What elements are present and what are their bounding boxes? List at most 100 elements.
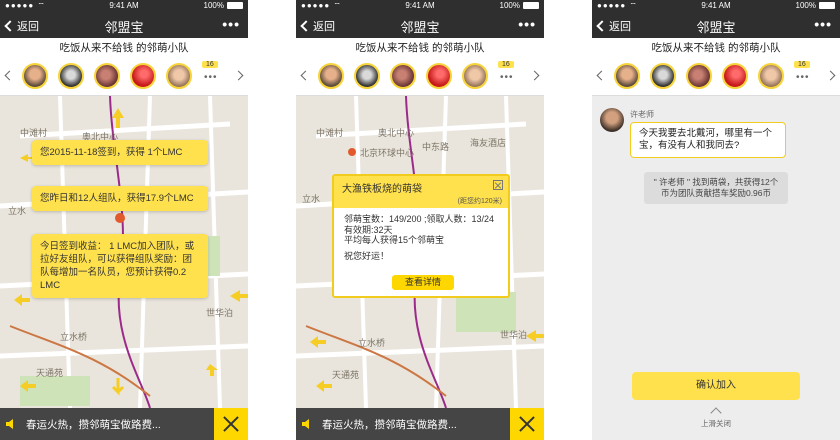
battery-icon: [227, 2, 243, 9]
avatar[interactable]: [426, 63, 452, 89]
chevron-right-icon[interactable]: [825, 70, 836, 81]
more-members-button[interactable]: •••: [204, 72, 218, 83]
swipe-up-close[interactable]: 上滑关闭: [592, 407, 840, 429]
map-view[interactable]: 中滩村 奥北中心 立水 世华泊 立水桥 天通苑 您2015-11-18签到，获得…: [0, 96, 248, 408]
team-name: 吃饭从来不给钱 的邻萌小队: [296, 38, 544, 58]
chevron-left-icon[interactable]: [4, 70, 15, 81]
map-label: 海友酒店: [470, 138, 507, 148]
battery-icon: [819, 2, 835, 9]
more-members-button[interactable]: •••: [500, 72, 514, 83]
avatar[interactable]: [650, 63, 676, 89]
status-bar: ●●●●● ⌔ 9:41 AM 100%: [592, 0, 840, 12]
avatar[interactable]: [318, 63, 344, 89]
battery-icon: [523, 2, 539, 9]
status-bar: ●●●●● ⌔ 9:41 AM 100%: [296, 0, 544, 12]
chevron-left-icon[interactable]: [300, 70, 311, 81]
map-label: 立水桥: [60, 332, 88, 342]
avatar[interactable]: [354, 63, 380, 89]
map-label: 立水: [8, 206, 27, 216]
member-avatar-strip: 16 •••: [0, 58, 248, 96]
map-label: 世华泊: [206, 308, 234, 318]
speaker-icon: [302, 419, 309, 429]
team-name: 吃饭从来不给钱 的邻萌小队: [0, 38, 248, 58]
status-bar: ●●●●● ⌔ 9:41 AM 100%: [0, 0, 248, 12]
page-title: 邻盟宝: [696, 20, 736, 35]
page-title: 邻盟宝: [400, 20, 440, 35]
more-menu-button[interactable]: •••: [222, 16, 240, 32]
popup-title: 大渔铁板烧的萌袋: [342, 184, 422, 195]
map-label: 中东路: [422, 142, 450, 152]
avatar[interactable]: [390, 63, 416, 89]
chevron-left-icon[interactable]: [596, 70, 607, 81]
chevron-right-icon[interactable]: [233, 70, 244, 81]
more-menu-button[interactable]: •••: [518, 16, 536, 32]
avatar[interactable]: [722, 63, 748, 89]
team-name: 吃饭从来不给钱 的邻萌小队: [592, 38, 840, 58]
sender-name: 许老师: [630, 110, 654, 119]
view-details-button[interactable]: 查看详情: [392, 275, 454, 290]
chat-panel: 许老师 今天我要去北戴河，哪里有一个宝，有没有人和我同去? " 许老师 " 找到…: [592, 96, 840, 440]
ticker-text: 春运火热，攒邻萌宝做路费...: [26, 419, 161, 431]
more-menu-button[interactable]: •••: [814, 16, 832, 32]
popup-average: 平均每人获得15个邻萌宝: [344, 235, 445, 245]
popup-header: 大渔铁板烧的萌袋 (距您约120米): [334, 176, 508, 208]
confirm-join-button[interactable]: 确认加入: [632, 372, 800, 400]
popup-body: 邻萌宝数：149/200 ;领取人数：13/24 有效期:32天 平均每人获得1…: [334, 208, 508, 267]
avatar[interactable]: [58, 63, 84, 89]
battery-label: 100%: [203, 1, 224, 10]
avatar[interactable]: [758, 63, 784, 89]
map-label: 中滩村: [316, 128, 344, 138]
phone-screen-1: ●●●●● ⌔ 9:41 AM 100% 返回 邻盟宝 ••• 吃饭从来不给钱 …: [0, 0, 248, 440]
avatar[interactable]: [600, 108, 624, 132]
checkin-bubble: 您2015-11-18签到，获得 1个LMC: [32, 140, 208, 165]
close-icon[interactable]: [510, 408, 544, 440]
popup-distance: (距您约120米): [457, 198, 502, 205]
system-notice: " 许老师 " 找到萌袋，共获得12个币为团队贡献搭车奖励0.96币: [644, 172, 788, 204]
page-title: 邻盟宝: [104, 20, 144, 35]
avatar[interactable]: [94, 63, 120, 89]
map-label: 北京环球中心: [360, 148, 415, 158]
member-count-badge: 16: [498, 61, 514, 68]
member-count-badge: 16: [202, 61, 218, 68]
map-label: 天通苑: [36, 368, 64, 378]
map-label: 中滩村: [20, 128, 48, 138]
announcement-ticker[interactable]: 春运火热，攒邻萌宝做路费...: [296, 408, 544, 440]
map-label: 奥北中心: [378, 128, 415, 138]
battery-label: 100%: [795, 1, 816, 10]
member-count-badge: 16: [794, 61, 810, 68]
avatar[interactable]: [22, 63, 48, 89]
chat-message: 今天我要去北戴河，哪里有一个宝，有没有人和我同去?: [630, 122, 786, 158]
map-label: 天通苑: [332, 370, 360, 380]
popup-wish: 祝您好运！: [344, 250, 390, 261]
close-icon[interactable]: [493, 180, 503, 190]
phone-screen-2: ●●●●● ⌔ 9:41 AM 100% 返回 邻盟宝 ••• 吃饭从来不给钱 …: [296, 0, 544, 440]
chevron-right-icon[interactable]: [529, 70, 540, 81]
chevron-up-icon: [710, 407, 722, 419]
member-avatar-strip: 16 •••: [296, 58, 544, 96]
phone-screen-3: ●●●●● ⌔ 9:41 AM 100% 返回 邻盟宝 ••• 吃饭从来不给钱 …: [592, 0, 840, 440]
avatar[interactable]: [686, 63, 712, 89]
ticker-text: 春运火热，攒邻萌宝做路费...: [322, 419, 457, 431]
avatar[interactable]: [166, 63, 192, 89]
avatar[interactable]: [614, 63, 640, 89]
nav-bar: 返回 邻盟宝 •••: [0, 12, 248, 38]
team-reward-bubble: 您昨日和12人组队，获得17.9个LMC: [32, 186, 208, 211]
member-avatar-strip: 16 •••: [592, 58, 840, 96]
battery-label: 100%: [499, 1, 520, 10]
map-label: 立水: [302, 194, 321, 204]
lucky-bag-popup: 大渔铁板烧的萌袋 (距您约120米) 邻萌宝数：149/200 ;领取人数：13…: [332, 174, 510, 298]
nav-bar: 返回 邻盟宝 •••: [592, 12, 840, 38]
close-icon[interactable]: [214, 408, 248, 440]
announcement-ticker[interactable]: 春运火热，攒邻萌宝做路费...: [0, 408, 248, 440]
swipe-label: 上滑关闭: [701, 419, 731, 428]
map-label: 世华泊: [500, 330, 528, 340]
avatar[interactable]: [462, 63, 488, 89]
popup-validity: 有效期:32天: [344, 224, 393, 235]
popup-stats: 邻萌宝数：149/200 ;领取人数：13/24: [344, 214, 495, 224]
map-label: 立水桥: [358, 338, 386, 348]
speaker-icon: [6, 419, 13, 429]
more-members-button[interactable]: •••: [796, 72, 810, 83]
income-bubble: 今日签到收益： 1 LMC加入团队，或拉好友组队，可以获得组队奖励：团队每增加一…: [32, 234, 208, 298]
nav-bar: 返回 邻盟宝 •••: [296, 12, 544, 38]
avatar[interactable]: [130, 63, 156, 89]
